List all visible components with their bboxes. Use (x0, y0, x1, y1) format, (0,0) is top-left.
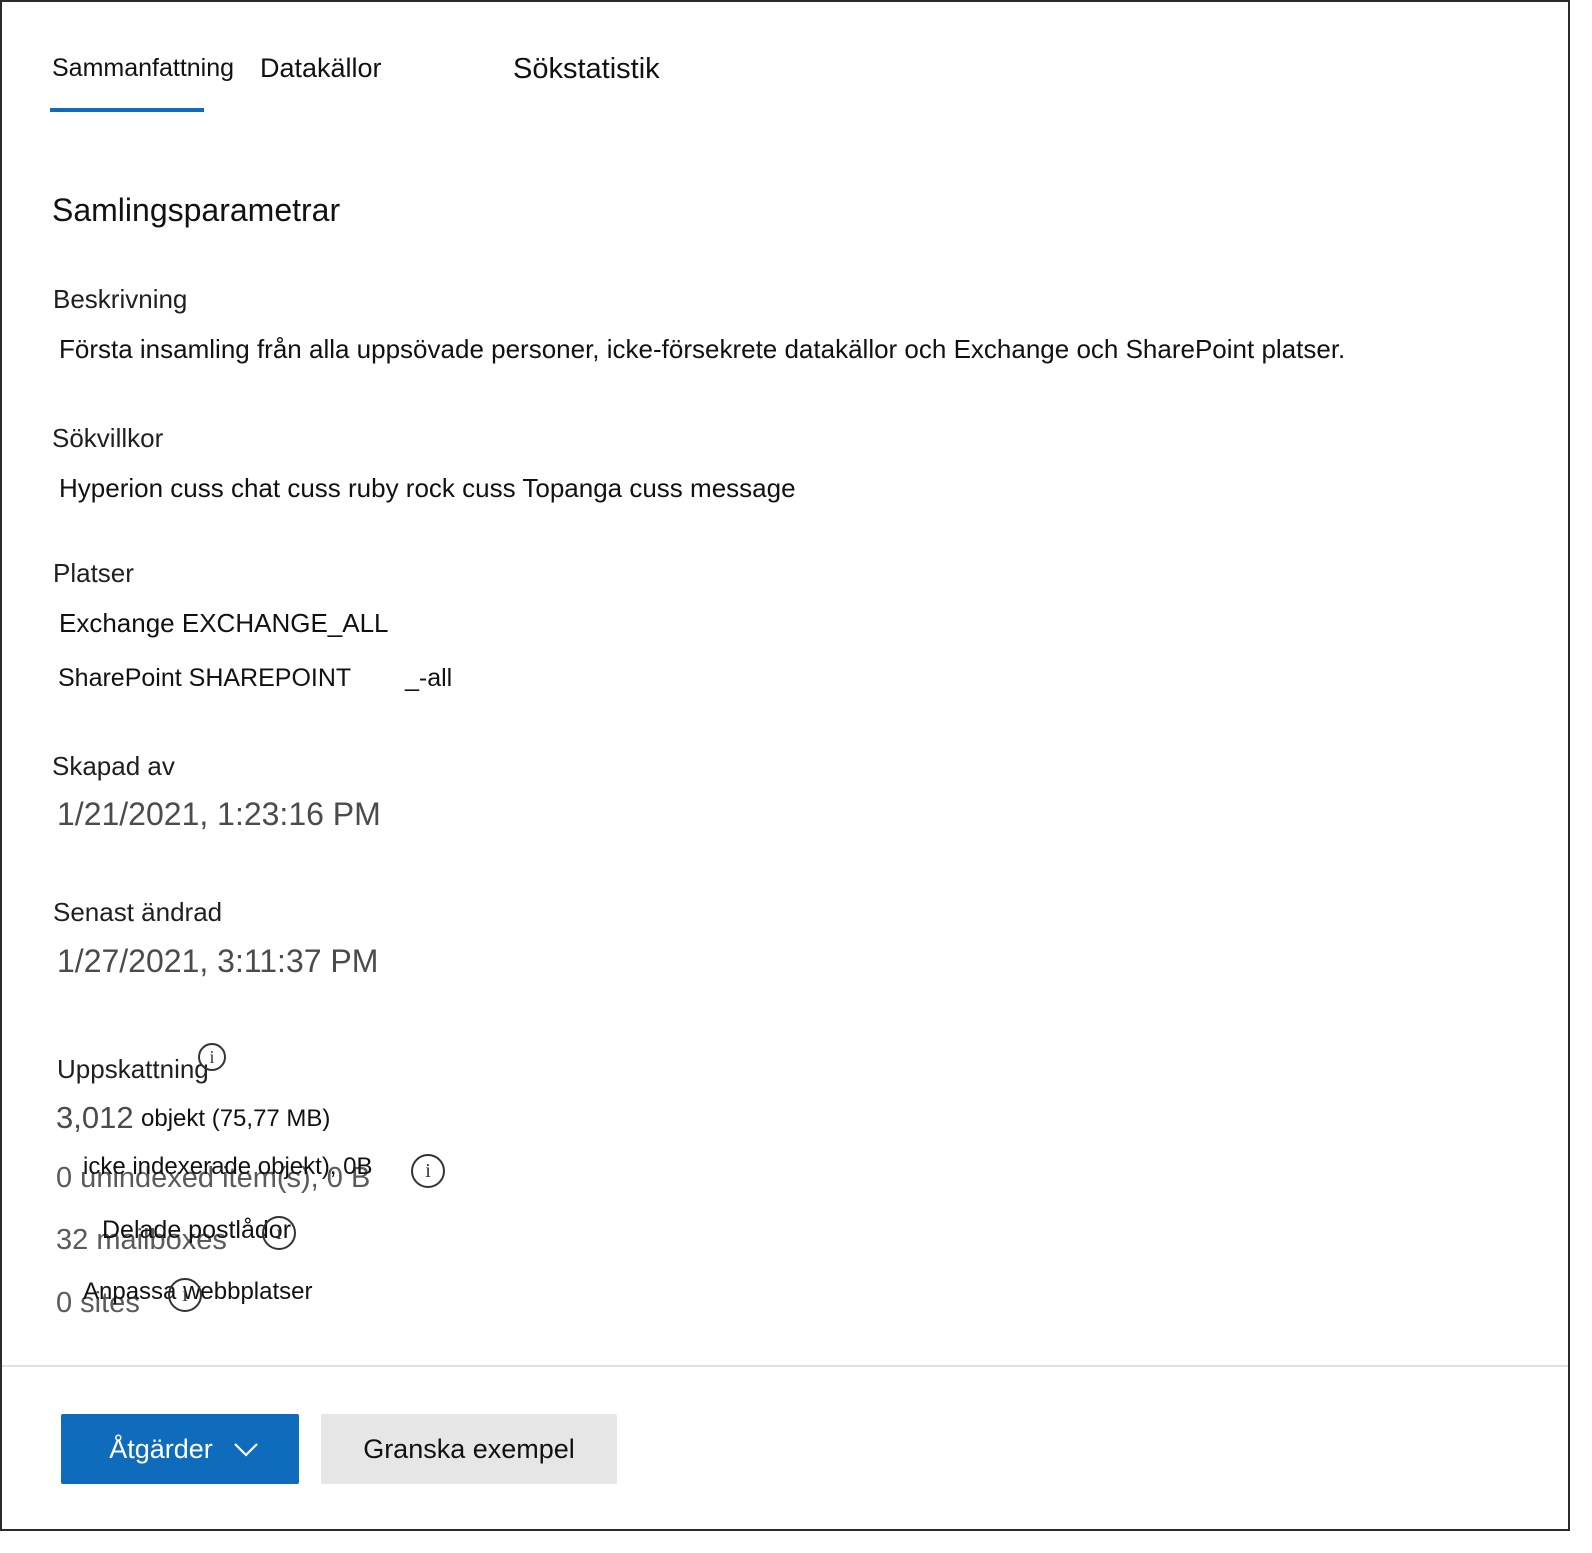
tab-sammanfattning[interactable]: Sammanfattning (52, 54, 234, 83)
description-label: Beskrivning (53, 284, 188, 314)
actions-button[interactable]: Åtgärder (61, 1414, 299, 1484)
estimate-label: Uppskattning (57, 1054, 209, 1084)
location-exchange: Exchange EXCHANGE_ALL (59, 608, 389, 638)
active-tab-indicator (50, 108, 204, 112)
chevron-down-icon (233, 1434, 258, 1457)
footer-divider (2, 1365, 1568, 1367)
estimate-items-text: objekt (75,77 MB) (141, 1105, 331, 1132)
conditions-label: Sökvillkor (52, 423, 164, 453)
mailboxes-info-icon[interactable]: i (262, 1216, 296, 1250)
location-sharepoint: SharePoint SHAREPOINT (58, 664, 352, 692)
review-sample-label: Granska exempel (363, 1433, 575, 1464)
estimate-items-count: 3,012 (56, 1100, 134, 1135)
created-by-label: Skapad av (52, 751, 175, 781)
sites-info-icon[interactable]: i (168, 1278, 202, 1312)
tab-sokstatistik[interactable]: Sökstatistik (513, 53, 660, 86)
conditions-value: Hyperion cuss chat cuss ruby rock cuss T… (59, 473, 796, 503)
review-sample-button[interactable]: Granska exempel (321, 1414, 617, 1484)
tab-datakallor[interactable]: Datakällor (260, 53, 382, 84)
estimate-info-icon[interactable]: i (198, 1043, 226, 1071)
last-modified-label: Senast ändrad (53, 897, 223, 927)
unindexed-text: icke indexerade objekt), 0B (83, 1153, 373, 1180)
description-value: Första insamling från alla uppsövade per… (59, 334, 1346, 364)
section-title: Samlingsparametrar (52, 192, 341, 228)
location-sharepoint-suffix: _-all (405, 664, 453, 692)
unindexed-info-icon[interactable]: i (411, 1154, 445, 1188)
locations-label: Platser (53, 558, 134, 588)
actions-button-label: Åtgärder (109, 1433, 213, 1464)
last-modified-value: 1/27/2021, 3:11:37 PM (57, 943, 379, 979)
created-by-value: 1/21/2021, 1:23:16 PM (57, 796, 381, 832)
